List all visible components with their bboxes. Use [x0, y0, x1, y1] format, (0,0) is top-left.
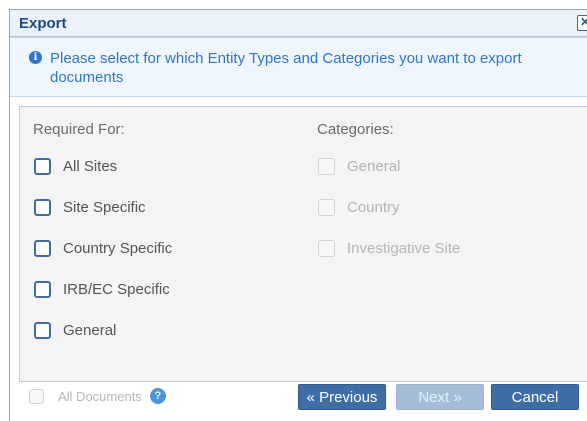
required-country-specific-row[interactable]: Country Specific [34, 238, 172, 258]
export-dialog: Export ✕ i Please select for which Entit… [9, 9, 587, 421]
category-investigative-site-row: Investigative Site [318, 238, 460, 258]
categories-header: Categories: [317, 121, 394, 138]
close-button[interactable]: ✕ [577, 15, 587, 31]
irb-ec-specific-label: IRB/EC Specific [63, 280, 170, 298]
info-text: Please select for which Entity Types and… [50, 50, 522, 86]
selection-panel: Required For: Categories: All Sites Site… [19, 106, 587, 382]
all-documents-checkbox [29, 388, 44, 404]
country-specific-label: Country Specific [63, 239, 173, 257]
category-investigative-site-label: Investigative Site [347, 239, 461, 257]
site-specific-label: Site Specific [63, 198, 146, 216]
info-banner: i Please select for which Entity Types a… [10, 37, 587, 97]
all-sites-checkbox[interactable] [34, 157, 51, 175]
required-general-checkbox[interactable] [34, 321, 51, 339]
previous-button[interactable]: « Previous [298, 384, 386, 410]
category-general-row: General [318, 156, 400, 176]
required-general-row[interactable]: General [34, 320, 116, 340]
category-investigative-site-checkbox [318, 239, 335, 257]
required-for-header: Required For: [33, 121, 125, 138]
category-country-checkbox [318, 198, 335, 216]
category-general-checkbox [318, 157, 335, 175]
required-site-specific-row[interactable]: Site Specific [34, 197, 146, 217]
country-specific-checkbox[interactable] [34, 239, 51, 257]
all-documents-label: All Documents [58, 388, 142, 404]
required-all-sites-row[interactable]: All Sites [34, 156, 117, 176]
category-country-label: Country [347, 198, 400, 216]
help-icon[interactable]: ? [149, 388, 166, 404]
irb-ec-specific-checkbox[interactable] [34, 280, 51, 298]
cancel-button[interactable]: Cancel [491, 384, 579, 410]
required-irb-ec-specific-row[interactable]: IRB/EC Specific [34, 279, 170, 299]
site-specific-checkbox[interactable] [34, 198, 51, 216]
required-general-label: General [63, 321, 117, 339]
category-general-label: General [347, 157, 401, 175]
dialog-titlebar: Export ✕ [10, 10, 587, 37]
close-icon: ✕ [579, 15, 587, 29]
next-button: Next » [396, 384, 484, 410]
all-documents-option: All Documents ? [29, 386, 166, 406]
all-sites-label: All Sites [63, 157, 118, 175]
category-country-row: Country [318, 197, 400, 217]
info-icon: i [29, 51, 42, 64]
dialog-title: Export [19, 15, 67, 32]
